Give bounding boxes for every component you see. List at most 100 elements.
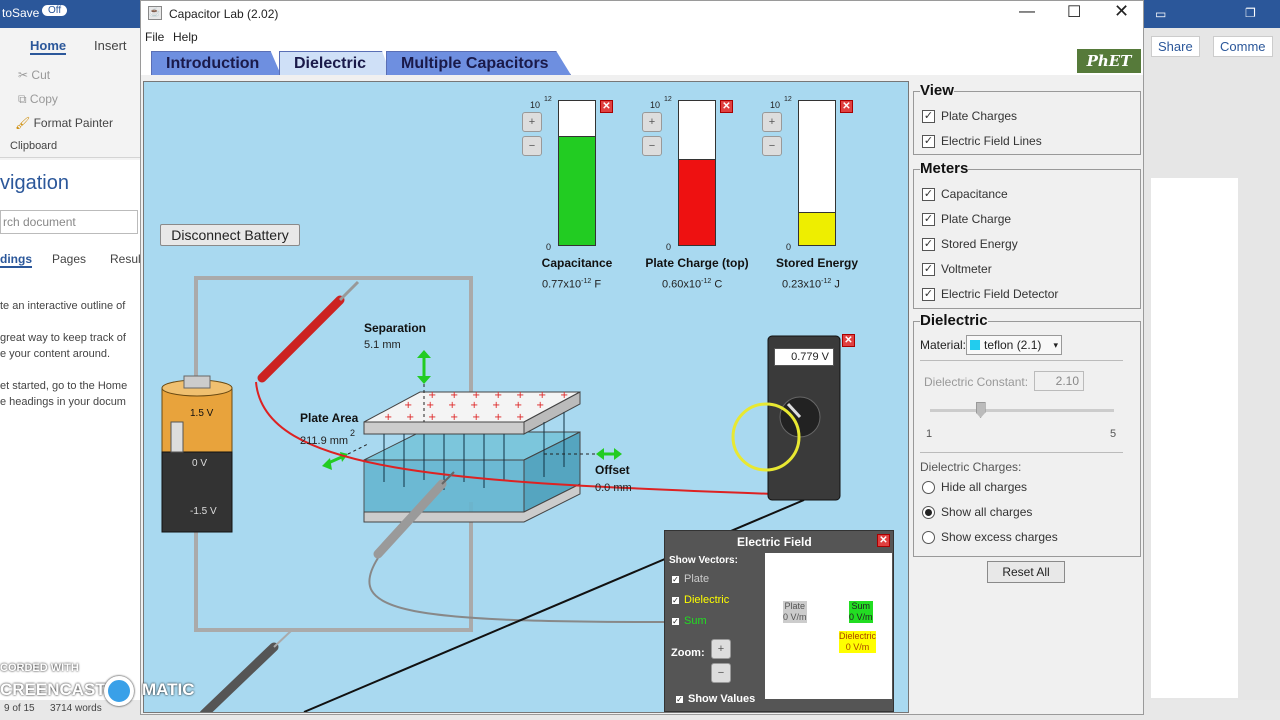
format-painter-button[interactable]: 🖌 Format Painter <box>15 116 113 130</box>
meter-close-icon[interactable]: ✕ <box>600 100 613 113</box>
ef-vector-display: Plate 0 V/m Sum 0 V/m Dielectric 0 V/m <box>765 553 892 699</box>
ef-sum-checkbox[interactable]: ✓ Sum <box>671 615 707 627</box>
meter-zoom-out-icon[interactable]: − <box>522 136 542 156</box>
copy-button[interactable]: ⧉ Copy <box>18 92 58 107</box>
material-select[interactable]: teflon (2.1) ▾ <box>966 335 1062 355</box>
radio-show-all-charges[interactable]: Show all charges <box>922 505 1032 519</box>
meter-zoom-out-icon[interactable]: − <box>762 136 782 156</box>
plate-charges-label: Plate Charges <box>941 109 1018 123</box>
nav-tab-headings[interactable]: dings <box>0 252 32 268</box>
ef-zoom-out-icon[interactable]: − <box>711 663 731 683</box>
view-panel: View ✓ Plate Charges ✓ Electric Field Line… <box>913 82 1141 155</box>
meter-label: Plate Charge (top) <box>645 256 749 270</box>
nav-tab-results[interactable]: Resul <box>110 252 141 266</box>
menu-help[interactable]: Help <box>173 30 198 44</box>
ef-zoom-in-icon[interactable]: + <box>711 639 731 659</box>
word-ribbon: Home Insert ✂ Cut ⧉ Copy 🖌 Format Painte… <box>0 28 140 158</box>
comments-button[interactable]: Comme <box>1213 36 1273 57</box>
plate-charges-checkbox[interactable]: ✓ Plate Charges <box>922 109 1017 123</box>
cut-button[interactable]: ✂ Cut <box>18 68 50 82</box>
voltmeter-close-icon[interactable]: ✕ <box>842 334 855 347</box>
word-tab-insert[interactable]: Insert <box>94 38 127 53</box>
offset-handle[interactable] <box>596 448 622 460</box>
minimize-icon[interactable]: — <box>1019 3 1035 21</box>
meter-zoom-out-icon[interactable]: − <box>642 136 662 156</box>
disconnect-battery-button[interactable]: Disconnect Battery <box>160 224 300 246</box>
nav-tab-pages[interactable]: Pages <box>52 252 86 266</box>
slider-min-label: 1 <box>926 428 933 440</box>
show-vectors-label: Show Vectors: <box>669 555 738 566</box>
ef-plate-checkbox[interactable]: ✓ Plate <box>671 573 709 585</box>
dielectric-constant-field[interactable]: 2.10 <box>1034 371 1084 391</box>
ef-dielectric-readout-label: Dielectric <box>839 631 877 641</box>
svg-text:+: + <box>536 400 544 411</box>
dielectric-slider-track[interactable] <box>930 409 1114 412</box>
meter-zoom-in-icon[interactable]: + <box>642 112 662 132</box>
word-tab-home[interactable]: Home <box>30 38 67 55</box>
ef-plate-readout: Plate 0 V/m <box>783 601 807 623</box>
ef-plate-label: Plate <box>684 573 710 585</box>
svg-text:+: + <box>472 390 480 401</box>
red-probe[interactable] <box>257 280 360 383</box>
close-icon[interactable]: ✕ <box>1114 1 1129 22</box>
screencast-watermark: CORDED WITH CREENCAST MATIC <box>0 662 200 706</box>
search-placeholder: rch document <box>3 215 76 229</box>
lower-probe[interactable] <box>199 629 293 712</box>
play-area: + + + + + + + + + + + + + + + + + + + + + <box>143 81 909 713</box>
checkbox-icon: ✓ <box>922 187 935 201</box>
autosave-toggle[interactable]: Off <box>42 5 68 16</box>
chevron-down-icon: ▾ <box>1053 339 1058 350</box>
radio-show-excess-charges[interactable]: Show excess charges <box>922 530 1058 544</box>
capacitance-checkbox[interactable]: ✓ Capacitance <box>922 187 1008 201</box>
format-painter-label: Format Painter <box>33 116 113 130</box>
ef-dielectric-checkbox[interactable]: ✓ Dielectric <box>671 594 729 606</box>
stored-energy-checkbox[interactable]: ✓ Stored Energy <box>922 237 1018 251</box>
word-restore-icon[interactable]: ❐ <box>1245 6 1256 20</box>
meter-zero: 0 <box>666 242 672 252</box>
svg-text:+: + <box>428 412 436 423</box>
nav-text-line: te an interactive outline of <box>0 300 126 312</box>
electric-field-detector[interactable]: Electric Field ✕ Show Vectors: ✓ Plate ✓ D… <box>664 530 894 712</box>
watermark-line1: CORDED WITH <box>0 662 79 674</box>
title-bar: ☕ Capacitor Lab (2.02) — ☐ ✕ <box>141 1 1143 27</box>
hide-all-charges-label: Hide all charges <box>941 480 1028 494</box>
separation-handle[interactable] <box>417 350 431 384</box>
meter-value: 0.23x10-12 J <box>782 278 840 291</box>
phet-logo[interactable]: PhET <box>1077 49 1141 73</box>
ef-sum-readout-label: Sum <box>851 601 871 611</box>
dielectric-slider-thumb[interactable] <box>975 402 986 418</box>
search-document-input[interactable]: rch document <box>0 210 138 234</box>
paintbrush-icon: 🖌 <box>15 116 31 130</box>
tab-dielectric[interactable]: Dielectric <box>279 51 391 75</box>
voltmeter-checkbox[interactable]: ✓ Voltmeter <box>922 262 992 276</box>
plate-charge-checkbox[interactable]: ✓ Plate Charge <box>922 212 1011 226</box>
copy-label: Copy <box>29 92 58 106</box>
capacitor-lab-window: ☕ Capacitor Lab (2.02) — ☐ ✕ File Help I… <box>140 0 1144 715</box>
ef-plate-readout-value: 0 V/m <box>783 612 807 622</box>
radio-selected-icon <box>922 505 935 519</box>
reset-all-button[interactable]: Reset All <box>987 561 1065 583</box>
meter-close-icon[interactable]: ✕ <box>840 100 853 113</box>
word-maximize-icon[interactable]: ▭ <box>1155 7 1166 21</box>
meter-label: Stored Energy <box>775 256 859 270</box>
meter-zoom-in-icon[interactable]: + <box>522 112 542 132</box>
tab-multiple-capacitors[interactable]: Multiple Capacitors <box>386 51 571 75</box>
electric-field-lines-checkbox[interactable]: ✓ Electric Field Lines <box>922 134 1042 148</box>
ef-close-icon[interactable]: ✕ <box>877 534 890 547</box>
maximize-icon[interactable]: ☐ <box>1067 2 1081 22</box>
tab-introduction[interactable]: Introduction <box>151 51 281 75</box>
svg-text:+: + <box>448 400 456 411</box>
share-button[interactable]: Share <box>1151 36 1200 57</box>
plate-area-handle[interactable] <box>322 452 348 470</box>
electric-field-detector-checkbox[interactable]: ✓ Electric Field Detector <box>922 287 1058 301</box>
menu-file[interactable]: File <box>145 30 164 44</box>
divider <box>920 452 1123 453</box>
battery-slider[interactable] <box>170 421 184 453</box>
show-all-charges-label: Show all charges <box>941 505 1033 519</box>
meter-close-icon[interactable]: ✕ <box>720 100 733 113</box>
offset-value: 0.0 mm <box>595 482 632 494</box>
show-excess-charges-label: Show excess charges <box>941 530 1058 544</box>
meter-zoom-in-icon[interactable]: + <box>762 112 782 132</box>
radio-hide-all-charges[interactable]: Hide all charges <box>922 480 1027 494</box>
show-values-checkbox[interactable]: ✓ Show Values <box>675 693 755 705</box>
